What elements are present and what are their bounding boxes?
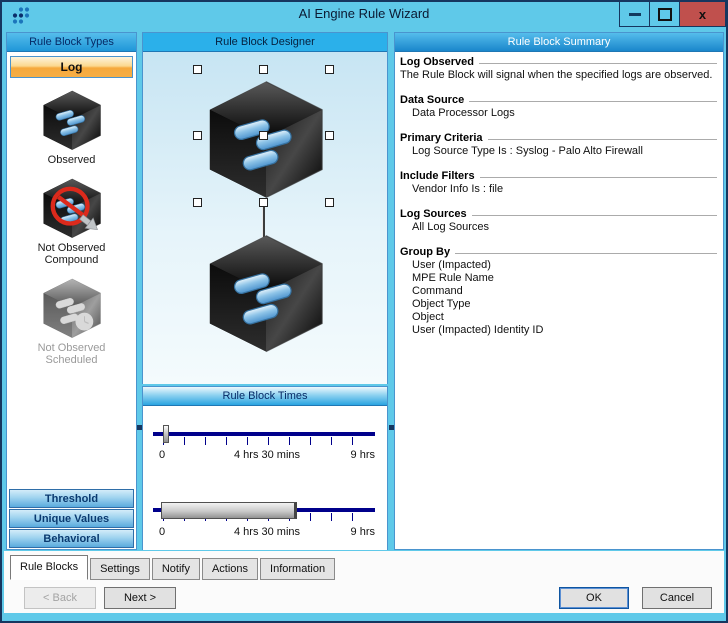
- summary-line: MPE Rule Name: [412, 272, 494, 284]
- summary-section-title: Data Source: [400, 94, 465, 106]
- section-divider-line: [469, 100, 717, 102]
- summary-line: Object: [412, 311, 444, 323]
- summary-section-title: Primary Criteria: [400, 132, 483, 144]
- summary-line: Object Type: [412, 298, 471, 310]
- minimize-icon: [628, 12, 641, 16]
- summary-line: Data Processor Logs: [412, 107, 515, 119]
- section-divider-line: [455, 252, 717, 254]
- back-button[interactable]: < Back: [24, 587, 96, 609]
- section-divider-line: [487, 138, 717, 140]
- selection-handle[interactable]: [325, 198, 334, 207]
- minimize-button[interactable]: [620, 2, 650, 26]
- not-observed-scheduled-icon: [41, 277, 103, 339]
- summary-section-title: Include Filters: [400, 170, 475, 182]
- slider-label-min: 0: [159, 449, 166, 461]
- selection-handle[interactable]: [259, 65, 268, 74]
- summary-line: Log Source Type Is : Syslog - Palo Alto …: [412, 145, 643, 157]
- selection-handle[interactable]: [193, 65, 202, 74]
- summary-line: User (Impacted): [412, 259, 491, 271]
- title-bar: AI Engine Rule Wizard x: [2, 2, 726, 28]
- selection-handle[interactable]: [325, 131, 334, 140]
- tab-settings[interactable]: Settings: [90, 558, 150, 580]
- next-button[interactable]: Next >: [104, 587, 176, 609]
- ok-button[interactable]: OK: [559, 587, 629, 609]
- summary-line: All Log Sources: [412, 221, 490, 233]
- summary-section-title: Log Sources: [400, 208, 467, 220]
- selection-handle[interactable]: [259, 198, 268, 207]
- summary-section-title: Group By: [400, 246, 451, 258]
- log-category-button[interactable]: Log: [10, 56, 133, 78]
- rule-block-times-panel: Rule Block Times 0 4 hrs 30 mins 9 hrs 0…: [142, 386, 388, 550]
- observed-cube-icon: [42, 90, 101, 151]
- section-divider-line: [478, 62, 717, 64]
- rule-block-designer-panel: Rule Block Designer: [142, 32, 388, 384]
- section-divider-line: [471, 214, 717, 216]
- maximize-icon: [657, 7, 672, 21]
- range-slider-bar[interactable]: [161, 502, 297, 519]
- summary-section: Primary Criteria Log Source Type Is : Sys…: [400, 132, 717, 158]
- summary-line: Vendor Info Is : file: [412, 183, 504, 195]
- summary-section: Group By User (Impacted) MPE Rule Name Comm…: [400, 246, 717, 337]
- window-controls: x: [619, 2, 726, 27]
- summary-section: Log Sources All Log Sources: [400, 208, 717, 234]
- summary-section-title: Log Observed: [400, 56, 474, 68]
- slider-label-mid: 4 hrs 30 mins: [233, 449, 301, 461]
- summary-section: Include Filters Vendor Info Is : file: [400, 170, 717, 196]
- not-observed-compound-icon: [41, 177, 103, 239]
- slider-label-min: 0: [159, 526, 166, 538]
- maximize-button[interactable]: [650, 2, 680, 26]
- type-item-observed[interactable]: Observed: [17, 89, 127, 166]
- rule-block-designer-header: Rule Block Designer: [143, 33, 387, 52]
- slider-label-max: 9 hrs: [350, 526, 375, 538]
- rule-block-types-panel: Rule Block Types Log Observed Not Observ…: [6, 32, 137, 550]
- section-divider-line: [479, 176, 717, 178]
- slider-label-mid: 4 hrs 30 mins: [233, 526, 301, 538]
- summary-section: Data Source Data Processor Logs: [400, 94, 717, 120]
- summary-body: Log Observed The Rule Block will signal w…: [395, 52, 723, 337]
- selection-handle[interactable]: [193, 198, 202, 207]
- rule-block-summary-panel: Rule Block Summary Log Observed The Rule …: [394, 32, 724, 550]
- rule-block-cube[interactable]: [201, 232, 331, 354]
- tab-bar: Rule Blocks Settings Notify Actions Informat…: [10, 555, 337, 580]
- unique-values-category-button[interactable]: Unique Values: [9, 509, 134, 528]
- tab-information[interactable]: Information: [260, 558, 336, 580]
- rule-block-times-header: Rule Block Times: [143, 387, 387, 406]
- behavioral-category-button[interactable]: Behavioral: [9, 529, 134, 548]
- tab-actions[interactable]: Actions: [201, 558, 259, 580]
- summary-line: Command: [412, 285, 463, 297]
- time-slider-labels: 0 4 hrs 30 mins 9 hrs: [153, 449, 375, 461]
- cancel-button[interactable]: Cancel: [642, 587, 712, 609]
- range-slider-labels: 0 4 hrs 30 mins 9 hrs: [153, 526, 375, 538]
- time-slider-ticks: [163, 437, 373, 445]
- slider-label-max: 9 hrs: [350, 449, 375, 461]
- close-button[interactable]: x: [680, 2, 726, 26]
- summary-line: The Rule Block will signal when the spec…: [400, 69, 713, 81]
- tab-notify[interactable]: Notify: [151, 558, 200, 580]
- category-button-stack: Threshold Unique Values Behavioral: [9, 488, 134, 548]
- times-body: 0 4 hrs 30 mins 9 hrs 0 4 hrs 30 mins 9 …: [143, 406, 387, 550]
- bottom-strip: Rule Blocks Settings Notify Actions Informat…: [4, 551, 724, 613]
- threshold-category-button[interactable]: Threshold: [9, 489, 134, 508]
- type-item-not-observed-scheduled: Not Observed Scheduled: [17, 277, 127, 366]
- rule-block-types-header: Rule Block Types: [7, 33, 136, 52]
- designer-canvas[interactable]: [143, 52, 387, 384]
- type-item-not-observed-compound[interactable]: Not Observed Compound: [17, 177, 127, 266]
- selection-handle[interactable]: [325, 65, 334, 74]
- selection-handle[interactable]: [259, 131, 268, 140]
- type-label: Observed: [47, 154, 96, 166]
- time-slider-track[interactable]: [153, 432, 375, 436]
- type-label: Not Observed Scheduled: [37, 342, 106, 366]
- type-label: Not Observed Compound: [37, 242, 106, 266]
- window-title: AI Engine Rule Wizard: [298, 6, 430, 21]
- selection-handle[interactable]: [193, 131, 202, 140]
- rule-block-type-list: Observed Not Observed Compound Not Obser…: [7, 78, 136, 366]
- rule-block-summary-header: Rule Block Summary: [395, 33, 723, 52]
- summary-line: User (Impacted) Identity ID: [412, 324, 544, 336]
- wizard-window: AI Engine Rule Wizard x Rule Block Types…: [0, 0, 728, 623]
- time-slider-thumb[interactable]: [163, 425, 169, 443]
- tab-rule-blocks[interactable]: Rule Blocks: [10, 555, 89, 580]
- summary-section: Log Observed The Rule Block will signal w…: [400, 56, 717, 82]
